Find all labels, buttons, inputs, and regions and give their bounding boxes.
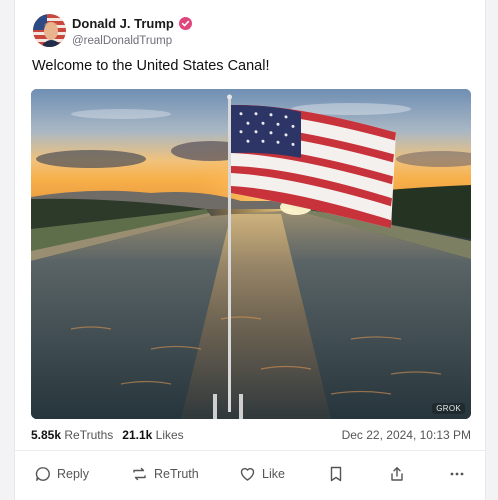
retruth-button[interactable]: ReTruth	[131, 458, 199, 490]
avatar[interactable]	[33, 14, 66, 47]
post-text: Welcome to the United States Canal!	[32, 58, 270, 74]
likes-stat[interactable]: 21.1k Likes	[122, 428, 183, 442]
author-name[interactable]: Donald J. Trump	[72, 16, 174, 31]
author-row: Donald J. Trump	[72, 16, 192, 31]
retruth-label: ReTruth	[154, 467, 199, 481]
more-button[interactable]	[449, 458, 465, 490]
post-card: Donald J. Trump @realDonaldTrump Welcome…	[14, 0, 486, 500]
like-button[interactable]: Like	[239, 458, 285, 490]
retruths-stat[interactable]: 5.85k ReTruths	[31, 428, 113, 442]
author-handle[interactable]: @realDonaldTrump	[72, 35, 172, 47]
retruths-label: ReTruths	[64, 428, 114, 442]
likes-count: 21.1k	[122, 428, 153, 442]
action-bar: Reply ReTruth Like	[15, 458, 485, 490]
grok-badge: GROK	[432, 403, 465, 414]
retruth-icon	[131, 466, 148, 482]
post-stats: 5.85k ReTruths 21.1k Likes	[31, 428, 184, 442]
reply-label: Reply	[57, 467, 89, 481]
post-image[interactable]: GROK	[31, 89, 471, 419]
more-icon	[449, 466, 465, 482]
like-label: Like	[262, 467, 285, 481]
reply-icon	[35, 466, 51, 482]
bookmark-icon	[329, 466, 343, 482]
verified-badge-icon	[178, 17, 192, 30]
likes-label: Likes	[155, 428, 184, 442]
share-button[interactable]	[389, 458, 405, 490]
reply-button[interactable]: Reply	[35, 458, 89, 490]
heart-icon	[239, 466, 256, 482]
bookmark-button[interactable]	[329, 458, 343, 490]
post-timestamp[interactable]: Dec 22, 2024, 10:13 PM	[342, 428, 471, 442]
retruths-count: 5.85k	[31, 428, 62, 442]
divider	[15, 450, 485, 451]
share-icon	[389, 466, 405, 482]
